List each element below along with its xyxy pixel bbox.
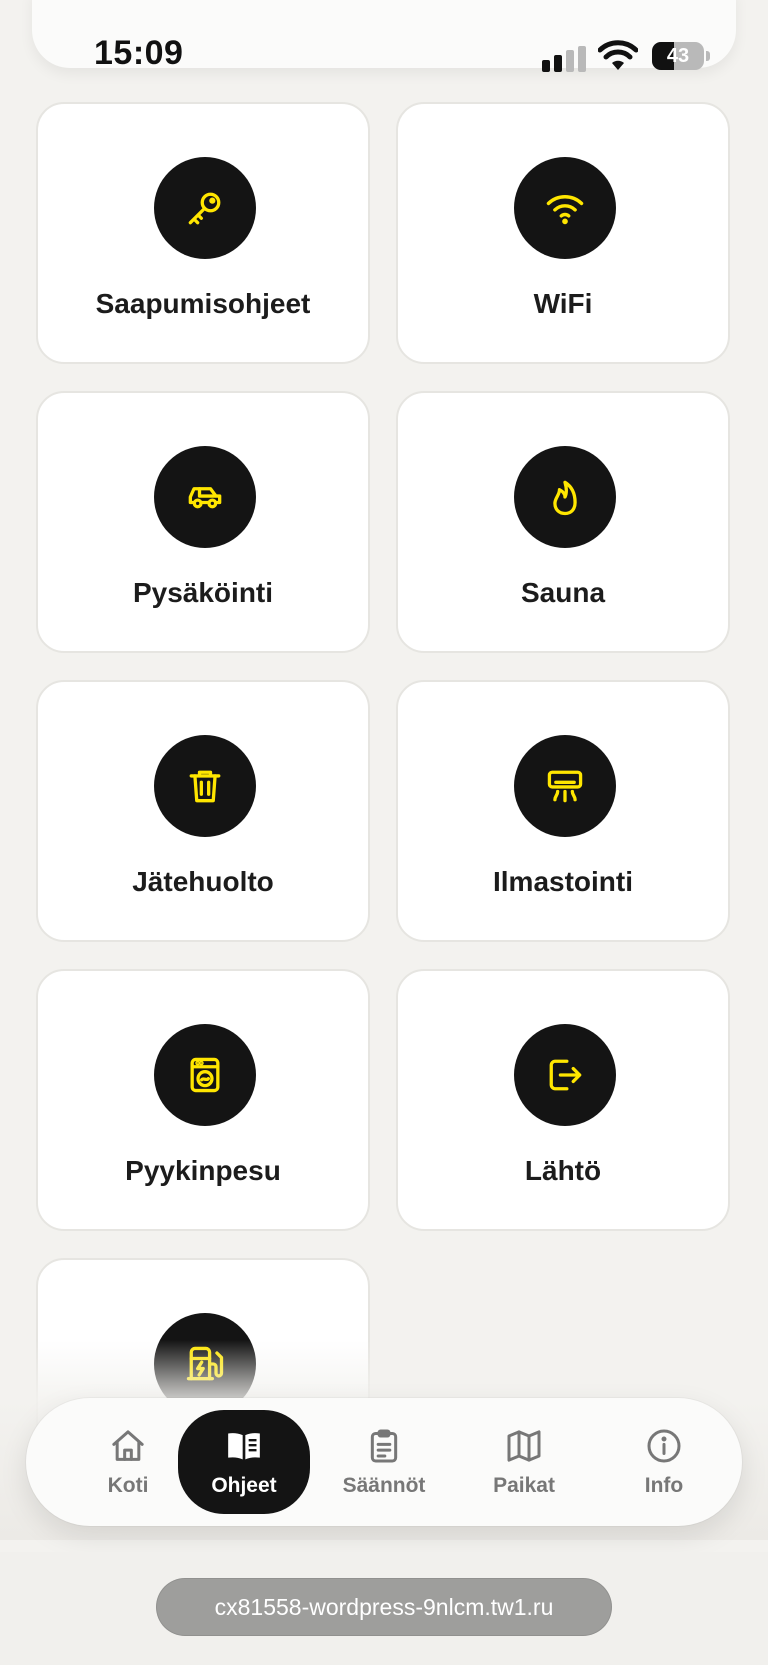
flame-icon xyxy=(514,446,616,548)
guide-label: WiFi xyxy=(533,288,593,319)
guide-card-departure[interactable]: Lähtö xyxy=(396,969,730,1231)
bottom-tab-bar: Koti Ohjeet Säännöt Paikat Info xyxy=(26,1398,742,1526)
home-icon xyxy=(112,1430,144,1461)
washing-machine-icon xyxy=(154,1024,256,1126)
guide-label: Sauna xyxy=(520,577,606,608)
guide-label: Pyykinpesu xyxy=(125,1155,281,1186)
guide-label: Saapumisohjeet xyxy=(95,288,311,319)
guide-label: Pysäköinti xyxy=(132,577,274,608)
guide-label: Lähtö xyxy=(524,1155,602,1186)
wifi-icon xyxy=(514,157,616,259)
key-icon xyxy=(154,157,256,259)
tab-label: Ohjeet xyxy=(211,1474,277,1497)
guide-card-arrival[interactable]: Saapumisohjeet xyxy=(36,102,370,364)
guide-card-sauna[interactable]: Sauna xyxy=(396,391,730,653)
air-conditioner-icon xyxy=(514,735,616,837)
clipboard-icon xyxy=(370,1429,398,1463)
guide-card-wifi[interactable]: WiFi xyxy=(396,102,730,364)
guide-card-parking[interactable]: Pysäköinti xyxy=(36,391,370,653)
tab-places[interactable]: Paikat xyxy=(458,1410,590,1514)
guide-label: Jätehuolto xyxy=(132,866,274,897)
map-icon xyxy=(507,1430,541,1462)
tab-info[interactable]: Info xyxy=(598,1410,730,1514)
book-icon xyxy=(228,1433,260,1460)
tab-label: Säännöt xyxy=(342,1474,426,1497)
info-icon xyxy=(647,1429,681,1463)
tab-rules[interactable]: Säännöt xyxy=(318,1410,450,1514)
url-bar[interactable]: cx81558-wordpress-9nlcm.tw1.ru xyxy=(156,1578,612,1636)
exit-icon xyxy=(514,1024,616,1126)
tab-label: Info xyxy=(644,1474,684,1497)
trash-icon xyxy=(154,735,256,837)
guide-label: Ilmastointi xyxy=(492,866,633,897)
guide-card-laundry[interactable]: Pyykinpesu xyxy=(36,969,370,1231)
car-icon xyxy=(154,446,256,548)
tab-home[interactable]: Koti xyxy=(62,1410,194,1514)
tab-label: Paikat xyxy=(493,1474,555,1497)
tab-label: Koti xyxy=(107,1474,149,1497)
guides-grid: Saapumisohjeet WiFi Pysäköinti Sauna Jät… xyxy=(0,0,768,1520)
guide-card-waste[interactable]: Jätehuolto xyxy=(36,680,370,942)
tab-guides[interactable]: Ohjeet xyxy=(178,1410,310,1514)
guide-card-air-conditioning[interactable]: Ilmastointi xyxy=(396,680,730,942)
